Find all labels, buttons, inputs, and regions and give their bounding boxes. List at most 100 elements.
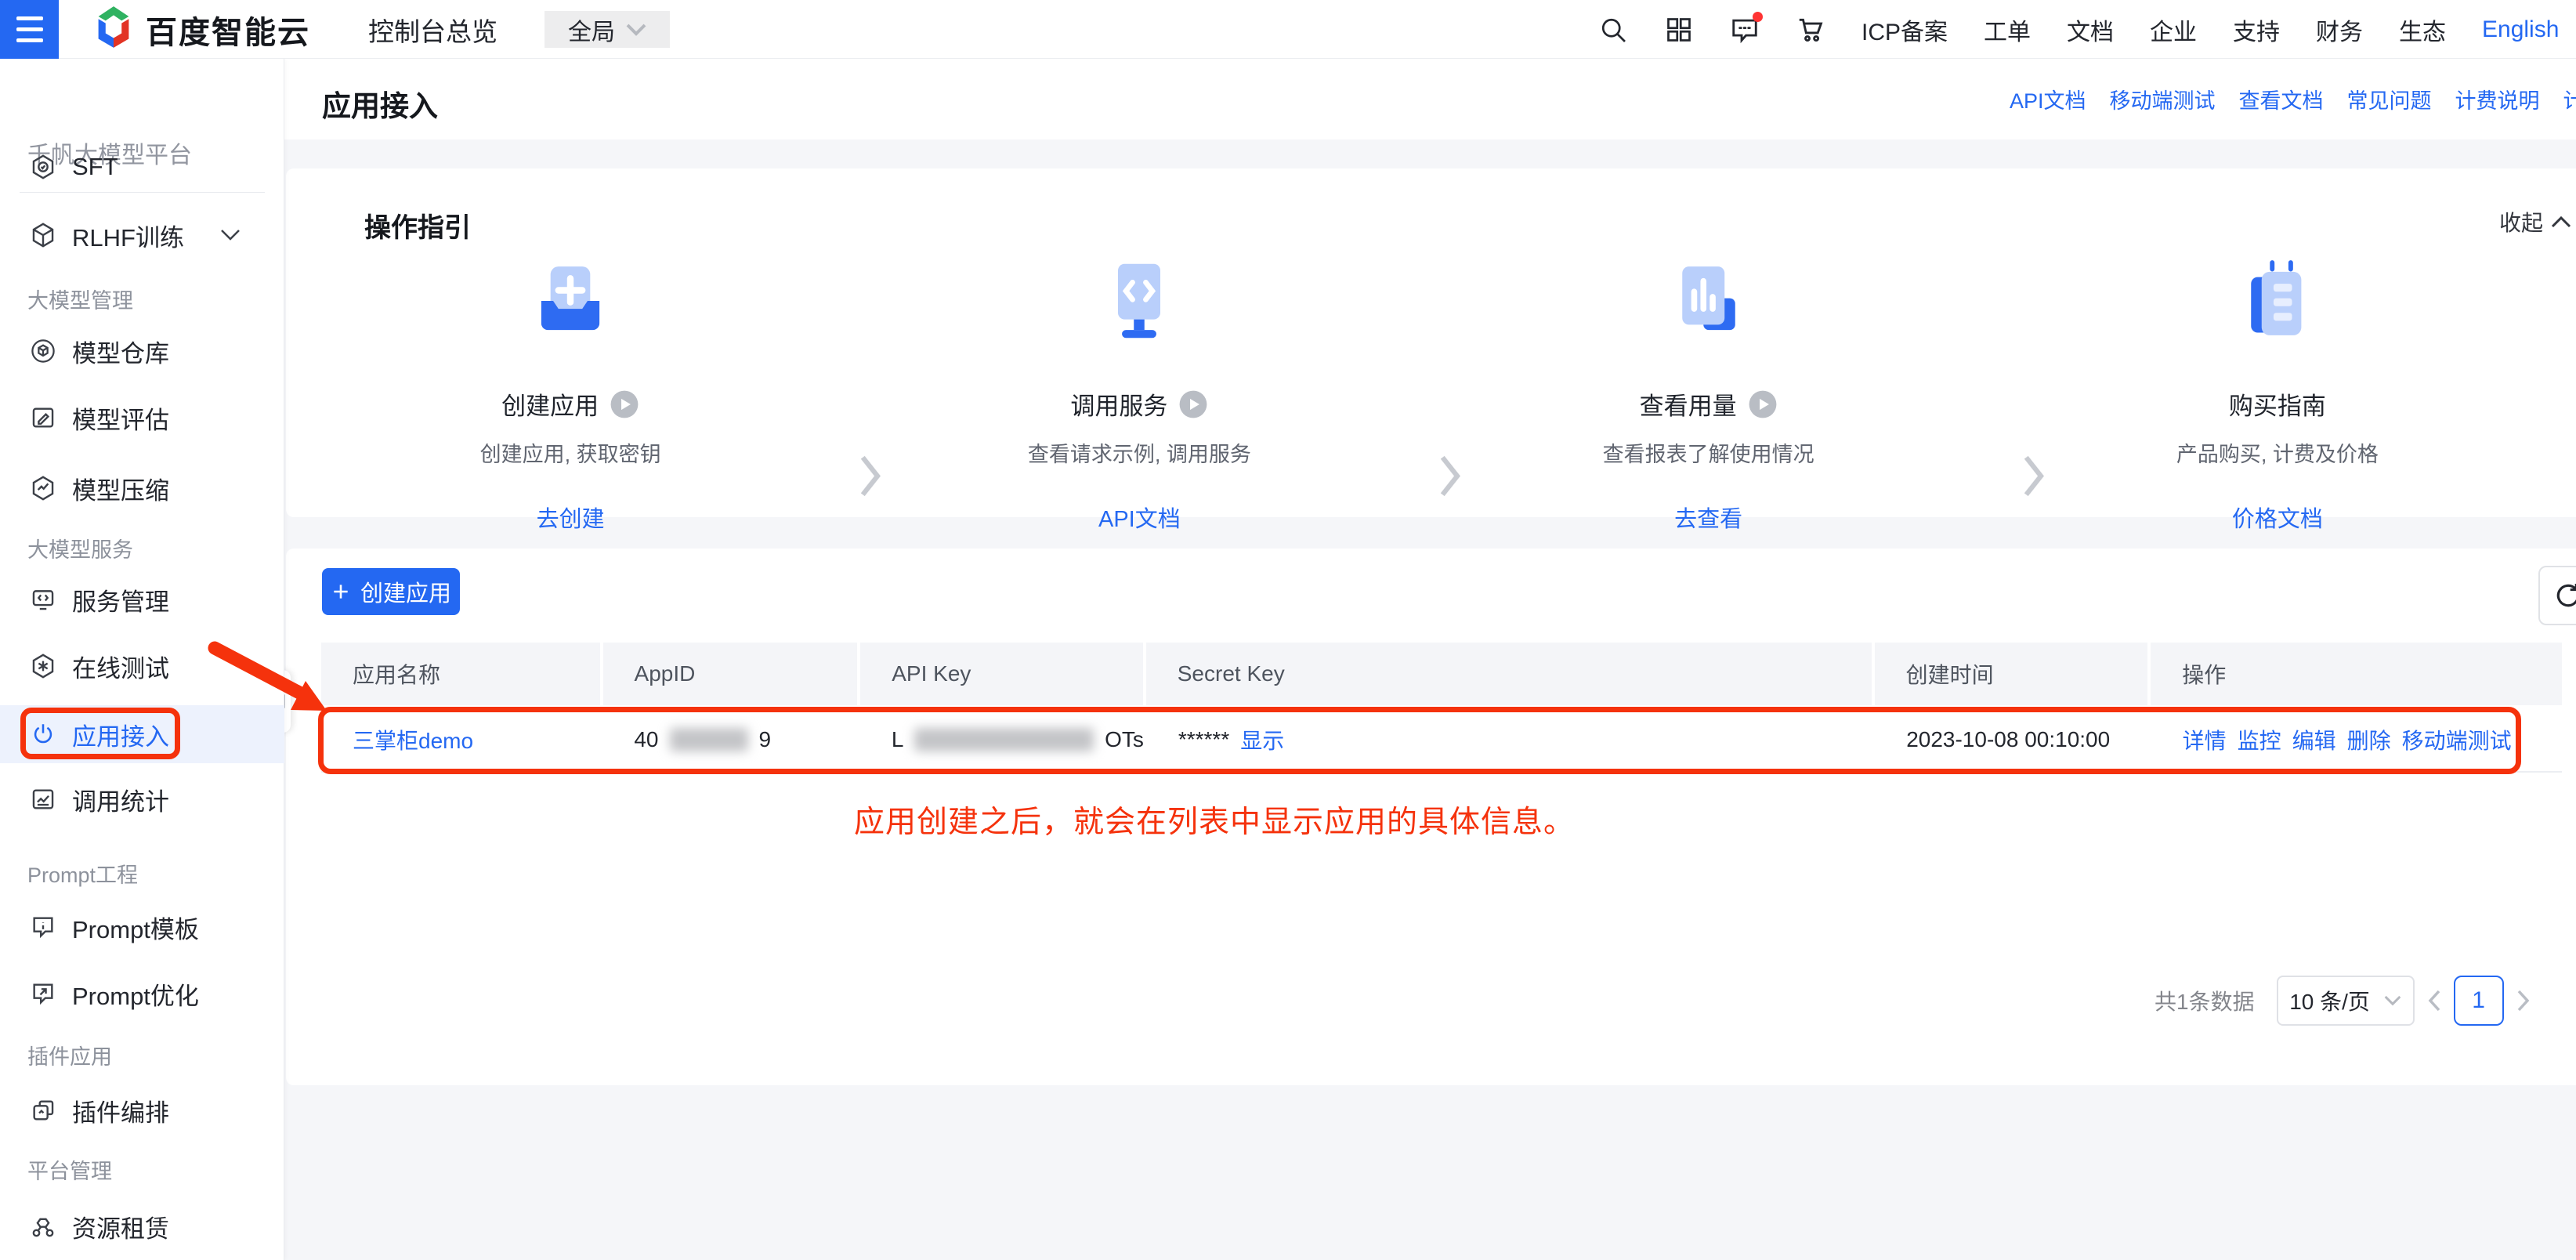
app-name-link[interactable]: 三掌柜demo	[353, 724, 473, 755]
link-view-doc[interactable]: 查看文档	[2239, 84, 2324, 114]
sidebar-item-label: 服务管理	[72, 582, 169, 617]
stats-chart-icon	[30, 786, 56, 813]
api-doc-link[interactable]: API文档	[1098, 501, 1181, 534]
chevron-left-icon	[2427, 989, 2441, 1012]
cube-circle-icon	[30, 338, 56, 364]
action-detail[interactable]: 详情	[2183, 724, 2227, 755]
go-create-link[interactable]: 去创建	[537, 501, 605, 534]
console-overview-link[interactable]: 控制台总览	[368, 0, 497, 59]
page-title: 应用接入	[322, 82, 438, 125]
region-scope-selector[interactable]: 全局	[545, 11, 670, 48]
link-mobile-test[interactable]: 移动端测试	[2110, 84, 2216, 114]
link-billing-mgmt[interactable]: 计费管理	[2563, 84, 2576, 114]
guide-panel: 操作指引 收起 创建应用 创建应用, 获取密钥 去创建	[286, 168, 2576, 517]
step-title: 购买指南	[2229, 386, 2326, 422]
link-api-doc[interactable]: API文档	[2010, 84, 2086, 114]
action-delete[interactable]: 删除	[2347, 724, 2391, 755]
sidebar-section-prompt: Prompt工程	[27, 858, 138, 889]
search-icon[interactable]	[1598, 15, 1628, 45]
step-desc: 查看报表了解使用情况	[1603, 437, 1814, 468]
col-created: 创建时间	[1875, 643, 2148, 705]
sidebar-item-label: 插件编排	[72, 1093, 169, 1128]
action-mobile-test[interactable]: 移动端测试	[2402, 724, 2512, 755]
sidebar-item-rlhf[interactable]: RLHF训练	[0, 206, 284, 264]
sidebar-item-resource-lease[interactable]: 资源租赁	[0, 1197, 284, 1255]
play-icon[interactable]	[1748, 389, 1778, 419]
play-icon[interactable]	[610, 389, 639, 419]
price-doc-link[interactable]: 价格文档	[2232, 501, 2323, 534]
create-app-button[interactable]: 创建应用	[322, 568, 460, 615]
usage-chart-icon	[1666, 259, 1751, 349]
sidebar-item-sft[interactable]: SFT	[0, 138, 284, 196]
prev-page-button[interactable]	[2415, 989, 2454, 1012]
sidebar-item-service-mgmt[interactable]: 服务管理	[0, 570, 284, 628]
sidebar-item-prompt-template[interactable]: Prompt模板	[0, 898, 284, 956]
col-app-name: 应用名称	[321, 643, 600, 705]
table-row: 三掌柜demo 409 LOTs ****** 显示 2023-10-08 00…	[321, 708, 2562, 773]
col-secret-key: Secret Key	[1146, 643, 1872, 705]
brand-name: 百度智能云	[146, 7, 310, 52]
nav-ticket[interactable]: 工单	[1984, 13, 2031, 47]
sidebar-item-call-stats[interactable]: 调用统计	[0, 770, 284, 828]
apps-grid-icon[interactable]	[1664, 15, 1694, 45]
sidebar-item-plugin-orchestrate[interactable]: 插件编排	[0, 1081, 284, 1139]
language-switch[interactable]: English	[2482, 16, 2559, 43]
next-page-button[interactable]	[2504, 989, 2543, 1012]
link-billing-info[interactable]: 计费说明	[2455, 84, 2540, 114]
sidebar-item-model-eval[interactable]: 模型评估	[0, 389, 284, 447]
link-faq[interactable]: 常见问题	[2347, 84, 2432, 114]
step-title: 创建应用	[501, 386, 599, 422]
monitor-code-icon	[30, 586, 56, 613]
step-title: 查看用量	[1640, 386, 1737, 422]
baidu-cloud-logo-icon	[92, 5, 135, 53]
sidebar-item-label: Prompt优化	[72, 976, 199, 1012]
col-api-key: API Key	[860, 643, 1143, 705]
sidebar-item-label: 模型压缩	[72, 471, 169, 506]
sidebar-item-model-compress[interactable]: 模型压缩	[0, 459, 284, 517]
refresh-button[interactable]	[2538, 566, 2576, 625]
arrow-right-icon	[1438, 443, 1461, 509]
sidebar-item-label: 在线测试	[72, 649, 169, 684]
appid-suffix: 9	[759, 727, 772, 752]
page-number-1[interactable]: 1	[2454, 976, 2504, 1026]
nav-ecosystem[interactable]: 生态	[2399, 13, 2446, 47]
sidebar-item-label: 调用统计	[72, 782, 169, 817]
cube-icon	[30, 222, 56, 248]
nav-finance[interactable]: 财务	[2316, 13, 2363, 47]
guide-step-create-app: 创建应用 创建应用, 获取密钥 去创建	[286, 259, 855, 534]
call-service-icon	[1097, 259, 1181, 349]
sidebar-item-prompt-optimize[interactable]: Prompt优化	[0, 965, 284, 1023]
page-size-select[interactable]: 10 条/页	[2277, 976, 2415, 1026]
plus-icon	[331, 581, 351, 602]
pagination-total: 共1条数据	[2155, 985, 2255, 1016]
nodes-icon	[30, 1213, 56, 1240]
collapse-guide-button[interactable]: 收起	[2499, 206, 2571, 237]
nav-support[interactable]: 支持	[2233, 13, 2280, 47]
guide-title: 操作指引	[364, 206, 471, 244]
chevron-down-icon	[626, 24, 646, 36]
secret-cell: ****** 显示	[1147, 708, 1872, 771]
sidebar-item-model-repo[interactable]: 模型仓库	[0, 322, 284, 380]
col-appid: AppID	[603, 643, 858, 705]
hamburger-menu-button[interactable]	[0, 0, 59, 59]
action-monitor[interactable]: 监控	[2238, 724, 2281, 755]
step-desc: 查看请求示例, 调用服务	[1028, 437, 1251, 468]
play-icon[interactable]	[1178, 389, 1208, 419]
bubble-arrow-icon	[30, 980, 56, 1007]
buy-guide-icon	[2235, 259, 2320, 349]
sidebar-section-model-service: 大模型服务	[27, 533, 133, 563]
nav-docs[interactable]: 文档	[2067, 13, 2114, 47]
messages-icon[interactable]	[1730, 15, 1760, 45]
guide-step-call-service: 调用服务 查看请求示例, 调用服务 API文档	[855, 259, 1424, 534]
cart-icon[interactable]	[1796, 15, 1825, 45]
secret-mask: ******	[1178, 727, 1229, 752]
sidebar-item-online-test[interactable]: 在线测试	[0, 637, 284, 695]
sidebar-item-app-access[interactable]: 应用接入	[0, 705, 284, 763]
show-secret-link[interactable]: 显示	[1240, 724, 1284, 755]
go-view-link[interactable]: 去查看	[1674, 501, 1742, 534]
nav-icp[interactable]: ICP备案	[1861, 13, 1948, 47]
nav-enterprise[interactable]: 企业	[2150, 13, 2197, 47]
appid-redacted-blur	[670, 728, 748, 751]
page-toolbar-links: API文档 移动端测试 查看文档 常见问题 计费说明 计费管理 提交工单	[2010, 59, 2576, 139]
action-edit[interactable]: 编辑	[2292, 724, 2336, 755]
